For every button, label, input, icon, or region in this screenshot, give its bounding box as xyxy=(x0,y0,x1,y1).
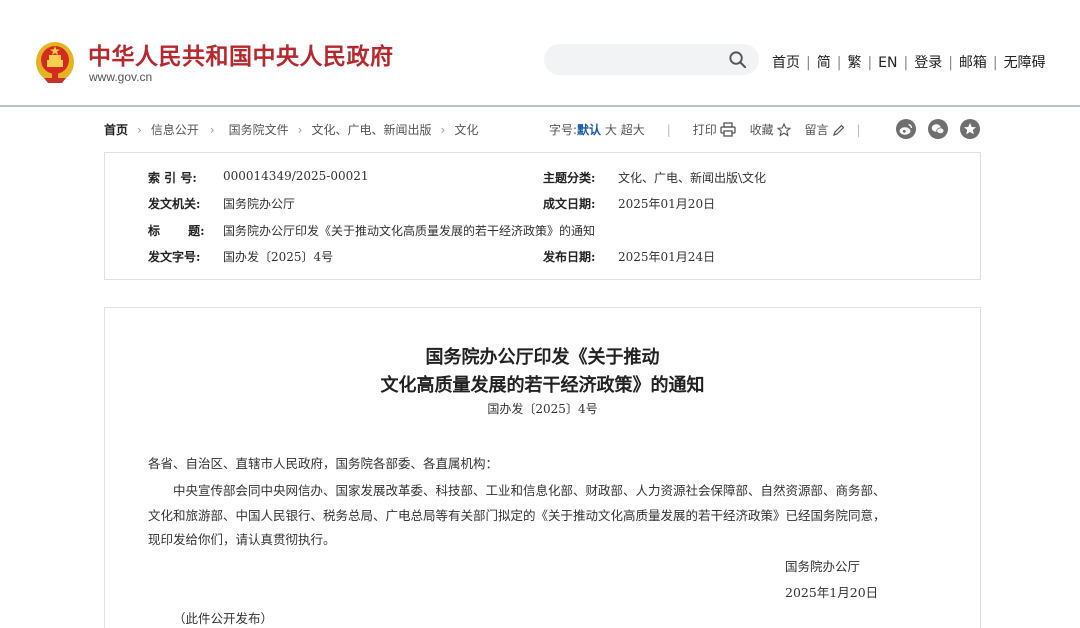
divider: | xyxy=(948,55,953,71)
article-doc-number: 国办发〔2025〕4号 xyxy=(487,402,598,416)
article-signature: 国务院办公厅 xyxy=(785,559,861,574)
wechat-icon xyxy=(931,124,945,135)
article-date: 2025年1月20日 xyxy=(785,585,879,600)
star-share-icon xyxy=(964,123,976,135)
chevron-right-icon: › xyxy=(137,123,142,137)
title-label: 标 题: xyxy=(148,224,205,238)
search-input[interactable] xyxy=(544,44,759,75)
nav-home[interactable]: 首页 xyxy=(772,55,800,71)
font-size-xlarge[interactable]: 超大 xyxy=(621,123,645,137)
published-date-value: 2025年01月24日 xyxy=(618,250,716,264)
weibo-share-button[interactable] xyxy=(896,119,916,139)
title-value: 国务院办公厅印发《关于推动文化高质量发展的若干经济政策》的通知 xyxy=(223,224,596,238)
star-icon xyxy=(776,123,791,137)
pencil-icon xyxy=(832,124,844,136)
font-size-large[interactable]: 大 xyxy=(605,123,617,137)
chevron-right-icon: › xyxy=(209,123,215,137)
article-body-line: 文化和旅游部、中国人民银行、税务总局、广电总局等有关部门拟定的《关于推动文化高质… xyxy=(148,508,886,523)
print-button[interactable]: 打印 xyxy=(692,122,736,137)
doc-number-value: 国办发〔2025〕4号 xyxy=(223,250,334,264)
category-value: 文化、广电、新闻出版\文化 xyxy=(618,171,767,185)
breadcrumb-state-council-docs[interactable]: 国务院文件 xyxy=(229,123,289,137)
breadcrumb-home[interactable]: 首页 xyxy=(104,123,128,137)
divider: | xyxy=(806,55,811,71)
index-label: 索 引 号: xyxy=(148,171,197,185)
weibo-icon xyxy=(899,123,913,135)
font-size-label: 字号: xyxy=(549,123,578,137)
document-info-table: 索 引 号: 000014349/2025-00021 主题分类: 文化、广电、… xyxy=(104,152,981,280)
article-body: 国务院办公厅印发《关于推动 文化高质量发展的若干经济政策》的通知 国办发〔202… xyxy=(104,307,981,628)
nav-traditional[interactable]: 繁 xyxy=(847,55,861,71)
issuer-value: 国务院办公厅 xyxy=(223,197,296,211)
print-label: 打印 xyxy=(692,123,717,137)
doc-number-label: 发文字号: xyxy=(148,250,201,264)
issuer-label: 发文机关: xyxy=(148,197,201,211)
index-value: 000014349/2025-00021 xyxy=(223,169,369,183)
site-domain: www.gov.cn xyxy=(89,70,153,84)
divider: | xyxy=(867,55,873,71)
printer-icon xyxy=(720,122,736,137)
font-size-default[interactable]: 默认 xyxy=(577,123,601,137)
site-title[interactable]: 中华人民共和国中央人民政府 xyxy=(88,37,394,71)
breadcrumb-info-open[interactable]: 信息公开 xyxy=(151,123,199,137)
favorite-button[interactable]: 收藏 xyxy=(750,123,791,137)
article-salutation: 各省、自治区、直辖市人民政府，国务院各部委、各直属机构： xyxy=(148,456,499,471)
site-header: 中华人民共和国中央人民政府 www.gov.cn 首页 | 简 | 繁 | EN | 登录 | 邮箱… xyxy=(0,0,1080,105)
nav-mail[interactable]: 邮箱 xyxy=(959,55,987,71)
divider: | xyxy=(856,123,861,137)
category-label: 主题分类: xyxy=(543,171,596,185)
nav-accessibility[interactable]: 无障碍 xyxy=(1004,55,1046,71)
article-title-line-1: 国务院办公厅印发《关于推动 xyxy=(425,347,660,368)
nav-simplified[interactable]: 简 xyxy=(817,55,831,71)
favorite-label: 收藏 xyxy=(749,123,774,137)
article-title-line-2: 文化高质量发展的若干经济政策》的通知 xyxy=(380,375,705,396)
article-body-line: 现印发给你们，请认真贯彻执行。 xyxy=(148,532,336,547)
national-emblem-icon[interactable] xyxy=(34,38,76,84)
article-body-line: 中央宣传部会同中央网信办、国家发展改革委、科技部、工业和信息化部、财政部、人力资… xyxy=(173,483,886,498)
divider: | xyxy=(836,55,842,71)
nav-login[interactable]: 登录 xyxy=(914,55,942,71)
chevron-right-icon: › xyxy=(297,123,303,137)
breadcrumb-culture-media[interactable]: 文化、广电、新闻出版 xyxy=(311,123,431,137)
article-toolbar: 字号:默认 大 超大 | 打印 收藏 留言 | xyxy=(549,121,861,138)
comment-label: 留言 xyxy=(804,123,829,137)
header-divider xyxy=(0,105,1080,107)
breadcrumb-culture[interactable]: 文化 xyxy=(454,123,478,137)
top-nav: 首页 | 简 | 繁 | EN | 登录 | 邮箱 | 无障碍 xyxy=(772,52,1046,72)
search-icon[interactable] xyxy=(728,50,747,69)
nav-english[interactable]: EN xyxy=(878,55,897,71)
created-date-label: 成文日期: xyxy=(543,197,596,211)
wechat-share-button[interactable] xyxy=(928,119,948,139)
divider: | xyxy=(666,123,671,137)
published-date-label: 发布日期: xyxy=(543,250,596,264)
created-date-value: 2025年01月20日 xyxy=(618,197,716,211)
breadcrumb: 首页 › 信息公开 › 国务院文件 › 文化、广电、新闻出版 › 文化 xyxy=(104,121,478,138)
article-publish-note: （此件公开发布） xyxy=(173,611,274,626)
chevron-right-icon: › xyxy=(440,123,446,137)
divider: | xyxy=(992,55,998,71)
divider: | xyxy=(903,55,909,71)
comment-button[interactable]: 留言 xyxy=(804,123,844,137)
collect-share-button[interactable] xyxy=(960,119,980,139)
